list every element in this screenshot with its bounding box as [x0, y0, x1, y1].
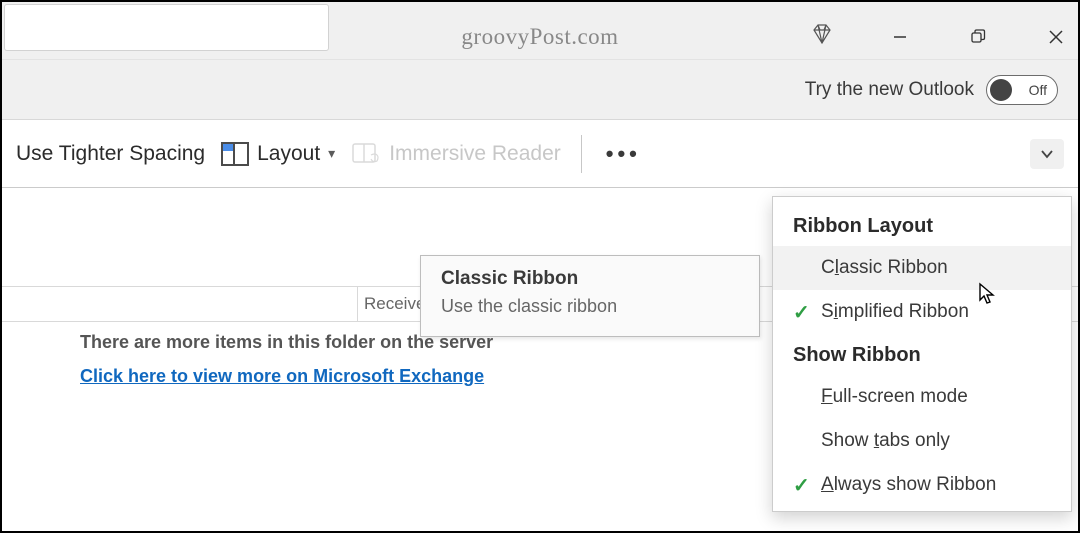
check-icon: ✓ [793, 473, 817, 498]
tighter-spacing-button[interactable]: Use Tighter Spacing [8, 132, 213, 176]
try-new-toggle[interactable]: Off [986, 75, 1058, 105]
check-icon: ✓ [793, 300, 817, 325]
layout-label: Layout [257, 142, 320, 166]
close-button[interactable] [1044, 25, 1068, 49]
try-new-label: Try the new Outlook [805, 79, 974, 101]
tooltip-title: Classic Ribbon [441, 268, 739, 290]
menu-section-ribbon-layout: Ribbon Layout [773, 205, 1071, 246]
title-bar: groovyPost.com [2, 2, 1078, 60]
menu-section-show-ribbon: Show Ribbon [773, 334, 1071, 375]
maximize-button[interactable] [966, 25, 990, 49]
ribbon-options-menu: Ribbon Layout Classic Ribbon ✓ Simplifie… [772, 196, 1072, 512]
view-more-link[interactable]: Click here to view more on Microsoft Exc… [80, 366, 484, 387]
toggle-knob [990, 79, 1012, 101]
immersive-reader-label: Immersive Reader [389, 142, 561, 166]
menu-item-label: Full-screen mode [817, 386, 968, 408]
ribbon-toolbar: Use Tighter Spacing Layout ▾ Immersive R… [2, 120, 1078, 188]
menu-item-classic-ribbon[interactable]: Classic Ribbon [773, 246, 1071, 290]
received-column-header[interactable]: Receive [357, 286, 425, 322]
menu-item-label: Classic Ribbon [817, 257, 948, 279]
ribbon-divider [581, 135, 582, 173]
immersive-reader-icon [351, 141, 381, 167]
menu-item-show-tabs-only[interactable]: Show tabs only [773, 419, 1071, 463]
try-new-outlook-bar: Try the new Outlook Off [2, 60, 1078, 120]
minimize-button[interactable] [888, 25, 912, 49]
layout-button[interactable]: Layout ▾ [213, 132, 343, 176]
chevron-down-icon: ▾ [328, 145, 335, 162]
search-input[interactable] [4, 4, 329, 51]
tooltip: Classic Ribbon Use the classic ribbon [420, 255, 760, 337]
menu-item-label: Always show Ribbon [817, 474, 996, 496]
window-title: groovyPost.com [461, 24, 618, 50]
immersive-reader-button: Immersive Reader [343, 132, 569, 176]
menu-item-label: Simplified Ribbon [817, 301, 969, 323]
more-commands-button[interactable]: ••• [594, 141, 653, 167]
premium-icon[interactable] [810, 22, 834, 51]
tooltip-description: Use the classic ribbon [441, 296, 739, 317]
toggle-state: Off [1029, 82, 1047, 98]
tighter-spacing-label: Use Tighter Spacing [16, 142, 205, 166]
window-controls [810, 22, 1068, 51]
menu-item-simplified-ribbon[interactable]: ✓ Simplified Ribbon [773, 290, 1071, 334]
menu-item-full-screen[interactable]: Full-screen mode [773, 375, 1071, 419]
ribbon-options-button[interactable] [1030, 139, 1064, 169]
menu-item-always-show-ribbon[interactable]: ✓ Always show Ribbon [773, 463, 1071, 507]
layout-icon [221, 142, 249, 166]
menu-item-label: Show tabs only [817, 430, 950, 452]
